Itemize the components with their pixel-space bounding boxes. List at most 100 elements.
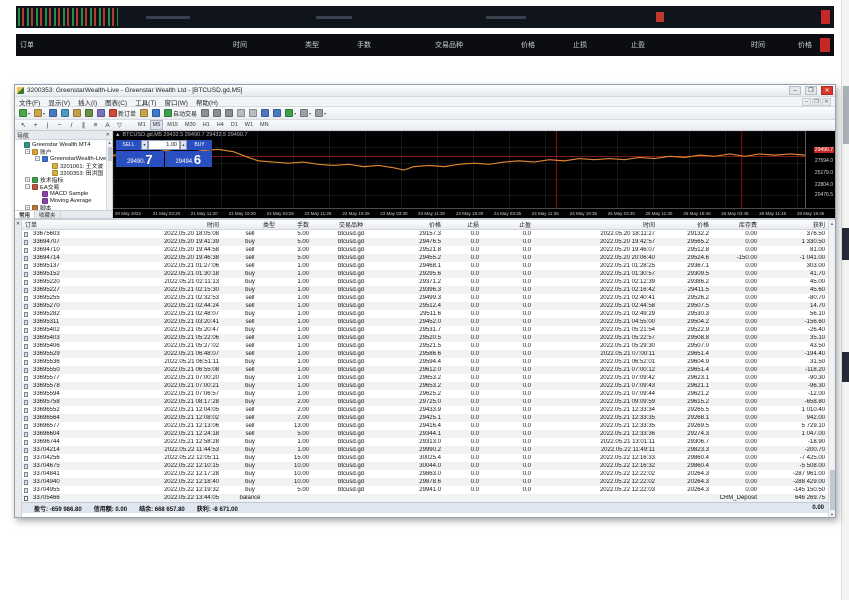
- horizontal-line-icon[interactable]: −: [55, 122, 64, 129]
- trendline-icon[interactable]: /: [67, 122, 76, 129]
- tree-item[interactable]: − EA交易: [15, 183, 105, 191]
- tile-windows-icon[interactable]: [260, 108, 270, 118]
- periods-icon[interactable]: ▾: [299, 108, 312, 118]
- column-header[interactable]: 手数: [278, 220, 312, 229]
- zoom-out-icon[interactable]: [248, 108, 258, 118]
- terminal-scrollbar[interactable]: ▲ ▼: [828, 220, 835, 517]
- table-row[interactable]: 33694707 2022.05.20 19:41:39 buy 5.00 bt…: [22, 238, 828, 246]
- price-plot[interactable]: [113, 131, 805, 208]
- column-header[interactable]: 价格: [390, 220, 444, 229]
- table-row[interactable]: 33704675 2022.05.22 12:10:15 buy 10.00 b…: [22, 462, 828, 470]
- chart-restore-icon[interactable]: ❐: [812, 97, 821, 106]
- table-row[interactable]: 33695255 2022.05.21 02:32:53 sell 1.00 b…: [22, 294, 828, 302]
- tree-item[interactable]: Moving Average: [15, 197, 105, 204]
- table-row[interactable]: 33695311 2022.05.21 03:20:41 sell 1.00 b…: [22, 318, 828, 326]
- table-row[interactable]: 33696744 2022.05.21 12:58:28 buy 1.00 bt…: [22, 438, 828, 446]
- text-label-icon[interactable]: A: [103, 122, 112, 129]
- column-header[interactable]: 交易品种: [312, 220, 390, 229]
- data-window-icon[interactable]: [60, 108, 70, 118]
- timeframe-button[interactable]: W1: [242, 120, 256, 130]
- tree-expand-icon[interactable]: +: [25, 177, 30, 182]
- timeframe-button[interactable]: D1: [228, 120, 241, 130]
- indicators-list-icon[interactable]: ▾: [284, 108, 297, 118]
- table-row[interactable]: 33695536 2022.05.21 06:51:11 buy 1.00 bt…: [22, 358, 828, 366]
- tree-item[interactable]: − 账户: [15, 148, 105, 156]
- timeframe-button[interactable]: M30: [182, 120, 199, 130]
- column-header[interactable]: 时间: [90, 220, 222, 229]
- column-header[interactable]: 类型: [222, 220, 278, 229]
- candlestick-chart-icon[interactable]: [212, 108, 222, 118]
- table-row[interactable]: 33704214 2022.05.22 11:44:53 buy 1.00 bt…: [22, 446, 828, 454]
- table-row[interactable]: 33695220 2022.05.21 02:11:13 buy 1.00 bt…: [22, 278, 828, 286]
- table-row[interactable]: 33695227 2022.05.21 02:15:30 buy 1.00 bt…: [22, 286, 828, 294]
- navigator-close-icon[interactable]: ✕: [106, 132, 110, 138]
- table-row[interactable]: 33695270 2022.05.21 02:44:24 sell 1.00 b…: [22, 302, 828, 310]
- table-row[interactable]: 33696604 2022.05.21 12:24:18 sell 5.00 b…: [22, 430, 828, 438]
- navigator-tab[interactable]: 常用: [15, 211, 36, 219]
- menu-item[interactable]: 图表(C): [105, 97, 127, 107]
- sell-button[interactable]: SELL: [116, 140, 141, 150]
- column-header[interactable]: 价格: [658, 220, 712, 229]
- terminal-icon[interactable]: [84, 108, 94, 118]
- menu-item[interactable]: 帮助(H): [196, 97, 218, 107]
- menu-item[interactable]: 显示(V): [48, 97, 70, 107]
- column-header[interactable]: 止损: [444, 220, 482, 229]
- bar-chart-icon[interactable]: [200, 108, 210, 118]
- menu-item[interactable]: 工具(T): [135, 97, 156, 107]
- column-header[interactable]: 订单: [22, 220, 90, 229]
- scroll-up-icon[interactable]: ▲: [108, 140, 112, 145]
- navigator-tab[interactable]: 收藏夹: [35, 211, 61, 219]
- table-row[interactable]: 33696577 2022.05.21 12:13:06 sell 13.00 …: [22, 422, 828, 430]
- scroll-up-icon[interactable]: ▲: [830, 221, 834, 226]
- tree-item[interactable]: MACD Sample: [15, 190, 105, 197]
- scrollbar-thumb[interactable]: [107, 147, 112, 161]
- table-row[interactable]: 33695137 2022.05.21 01:27:06 sell 1.00 b…: [22, 262, 828, 270]
- tree-item[interactable]: Greenstar Wealth MT4: [15, 141, 105, 148]
- buy-price[interactable]: 29494. 6: [164, 151, 212, 167]
- column-header[interactable]: 止盈: [482, 220, 534, 229]
- terminal-close-icon[interactable]: ✕: [16, 221, 20, 227]
- tree-item[interactable]: + 脚本: [15, 204, 105, 210]
- crosshair-icon[interactable]: +: [31, 122, 40, 129]
- table-row[interactable]: 33695594 2022.05.21 07:06:57 buy 1.00 bt…: [22, 390, 828, 398]
- timeframe-button[interactable]: M15: [164, 120, 181, 130]
- price-axis[interactable]: 29490.7 27594.0 25179.0 22804.0 20476.5: [805, 131, 835, 208]
- fibonacci-icon[interactable]: ≡: [91, 122, 100, 129]
- volume-up-icon[interactable]: ▲: [180, 140, 187, 150]
- timeframe-button[interactable]: H4: [214, 120, 227, 130]
- tree-expand-icon[interactable]: −: [35, 156, 40, 161]
- table-row[interactable]: 33694710 2022.05.20 19:44:58 sell 3.00 b…: [22, 246, 828, 254]
- timeframe-button[interactable]: MN: [257, 120, 272, 130]
- table-row[interactable]: 33675603 2022.05.20 18:05:08 sell 5.00 b…: [22, 230, 828, 238]
- menu-item[interactable]: 文件(F): [19, 97, 40, 107]
- chart-close-icon[interactable]: ✕: [822, 97, 831, 106]
- mql5-community-icon[interactable]: [151, 108, 161, 118]
- table-row[interactable]: 33695578 2022.05.21 07:00:21 buy 1.00 bt…: [22, 382, 828, 390]
- close-button[interactable]: ✕: [821, 86, 833, 95]
- tree-expand-icon[interactable]: +: [25, 205, 30, 210]
- navigator-icon[interactable]: [72, 108, 82, 118]
- browser-scrollbar-thumb[interactable]: [843, 86, 849, 144]
- cascade-windows-icon[interactable]: [272, 108, 282, 118]
- column-header[interactable]: 获利: [760, 220, 828, 229]
- table-row[interactable]: 33695403 2022.05.21 05:22:06 sell 1.00 b…: [22, 334, 828, 342]
- table-row[interactable]: 33695402 2022.05.21 05:20:47 buy 1.00 bt…: [22, 326, 828, 334]
- table-row[interactable]: 33704955 2022.05.22 12:19:32 buy 5.00 bt…: [22, 486, 828, 494]
- sell-price[interactable]: 29490. 7: [116, 151, 164, 167]
- tree-expand-icon[interactable]: −: [25, 149, 30, 154]
- table-row[interactable]: 33695406 2022.05.21 05:27:02 sell 1.00 b…: [22, 342, 828, 350]
- table-row[interactable]: 33704256 2022.05.22 12:05:11 buy 15.00 b…: [22, 454, 828, 462]
- tree-item[interactable]: + 技术指标: [15, 176, 105, 184]
- table-row[interactable]: 33704940 2022.05.22 12:18:40 buy 10.00 b…: [22, 478, 828, 486]
- profiles-icon[interactable]: ▾: [33, 108, 46, 118]
- market-watch-icon[interactable]: [48, 108, 58, 118]
- volume-down-icon[interactable]: ▼: [141, 140, 148, 150]
- time-axis[interactable]: 20 May 2022 21 May 03:20 21 May 11:20 21 Ma…: [113, 208, 835, 218]
- new-chart-icon[interactable]: ▾: [18, 108, 31, 118]
- chart-area[interactable]: ▲ BTCUSD.gd,M5 29432.5 29490.7 29432.5 2…: [113, 131, 835, 218]
- line-chart-icon[interactable]: [224, 108, 234, 118]
- chart-minimize-icon[interactable]: –: [802, 97, 811, 106]
- autotrading-icon[interactable]: 自动交易: [163, 108, 198, 119]
- table-row[interactable]: 33705466 2022.05.22 13:44:05 balance CRM…: [22, 494, 828, 502]
- zoom-in-icon[interactable]: [236, 108, 246, 118]
